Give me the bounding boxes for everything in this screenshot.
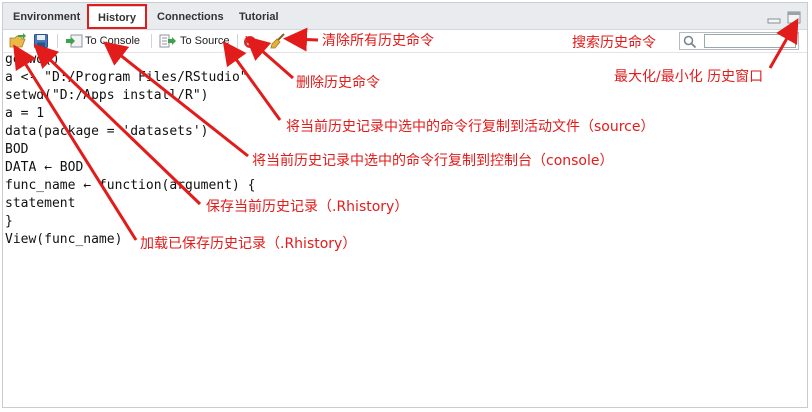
annotation-load: 加载已保存历史记录（.Rhistory） [140,236,357,252]
arrow-to-console [102,41,249,158]
arrow-load [13,44,138,241]
arrow-clear-all [283,27,319,52]
annotation-maximize: 最大化/最小化 历史窗口 [614,69,764,85]
arrow-delete [245,36,294,80]
annotation-delete: 删除历史命令 [296,75,380,91]
annotation-save: 保存当前历史记录（.Rhistory） [206,199,409,215]
annotation-search: 搜索历史命令 [572,35,656,51]
annotation-to-source: 将当前历史记录中选中的命令行复制到活动文件（source） [286,119,655,135]
annotation-clear-all: 清除所有历史命令 [322,33,434,49]
arrow-maximize [768,18,799,69]
annotation-to-console: 将当前历史记录中选中的命令行复制到控制台（console） [252,153,614,169]
